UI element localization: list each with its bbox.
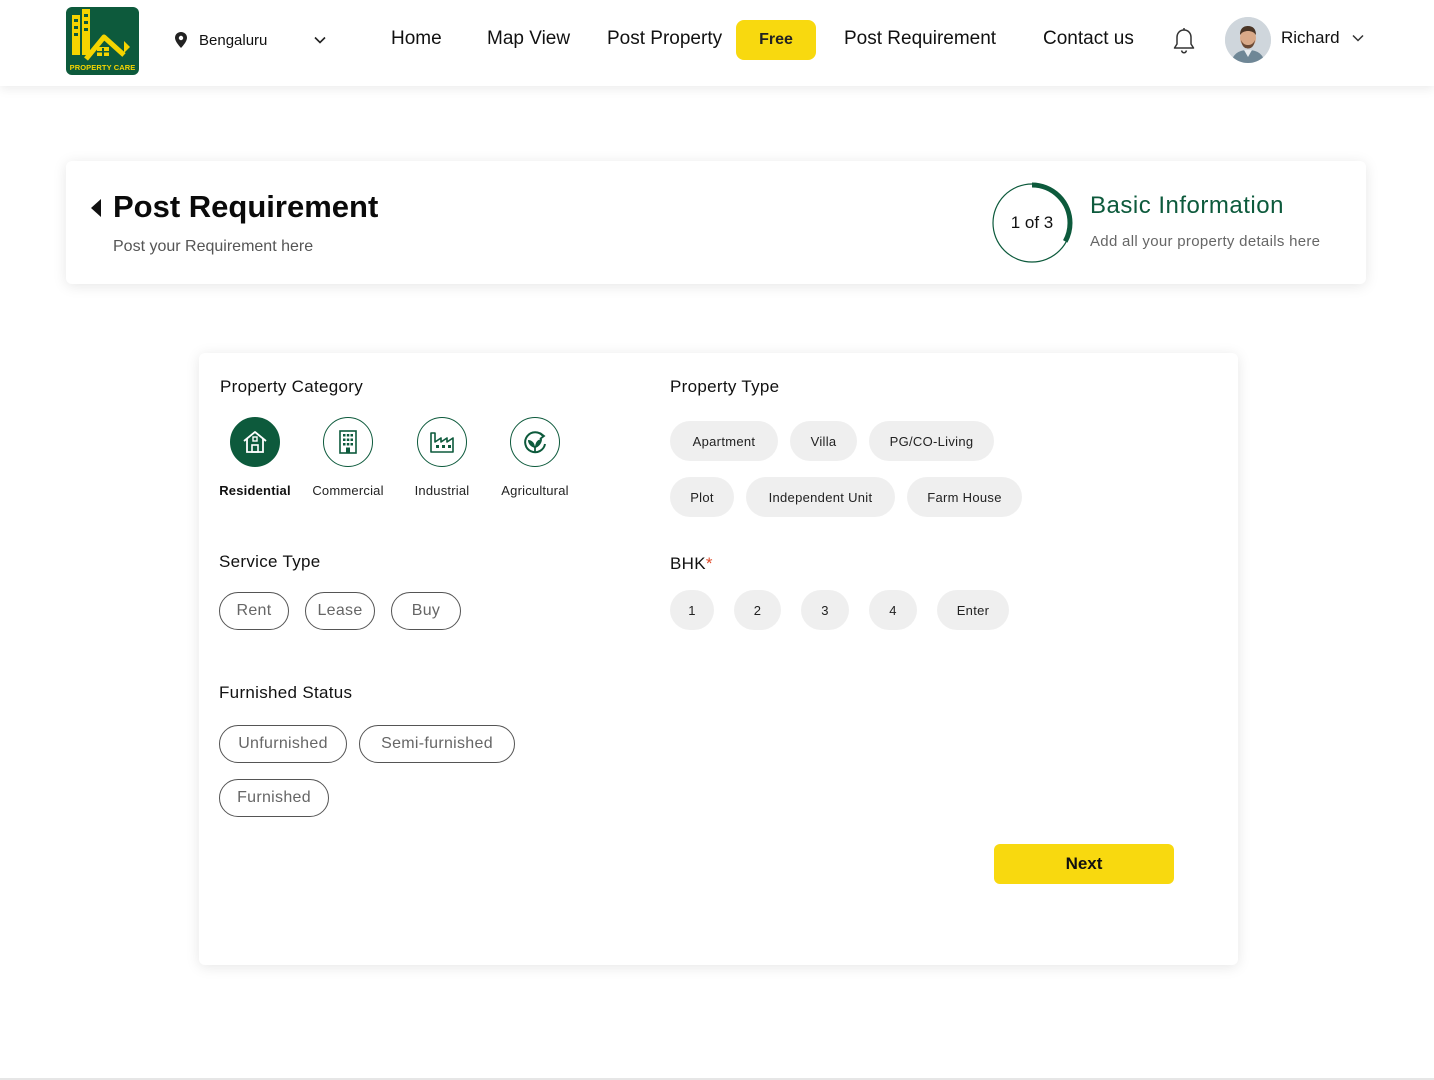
nav-map-view[interactable]: Map View	[487, 28, 570, 50]
category-commercial[interactable]: Commercial	[308, 417, 388, 498]
bhk-label: BHK*	[670, 554, 713, 574]
property-care-logo[interactable]: PROPERTY CARE	[66, 7, 139, 75]
property-type-villa[interactable]: Villa	[790, 421, 857, 461]
nav-home[interactable]: Home	[391, 28, 442, 50]
category-residential-circle	[230, 417, 280, 467]
location-city: Bengaluru	[199, 31, 268, 49]
nav-contact-us[interactable]: Contact us	[1043, 28, 1134, 50]
bhk-option-3[interactable]: 3	[801, 590, 849, 630]
residential-house-icon	[243, 431, 267, 453]
bhk-option-enter[interactable]: Enter	[937, 590, 1009, 630]
step-title: Basic Information	[1090, 192, 1284, 219]
property-type-apartment[interactable]: Apartment	[670, 421, 778, 461]
logo-text: PROPERTY CARE	[69, 63, 136, 72]
avatar-photo-icon	[1225, 17, 1271, 63]
user-name[interactable]: Richard	[1281, 28, 1340, 48]
category-agricultural-circle	[510, 417, 560, 467]
page-subtitle: Post your Requirement here	[113, 238, 314, 255]
service-type-rent[interactable]: Rent	[219, 592, 289, 630]
commercial-building-icon	[339, 430, 357, 454]
page-title: Post Requirement	[113, 189, 379, 224]
required-asterisk: *	[705, 554, 713, 573]
nav-post-requirement[interactable]: Post Requirement	[844, 28, 996, 50]
furnished-unfurnished[interactable]: Unfurnished	[219, 725, 347, 763]
property-type-pg-co-living[interactable]: PG/CO-Living	[869, 421, 994, 461]
category-industrial[interactable]: Industrial	[402, 417, 482, 498]
step-subtitle: Add all your property details here	[1090, 233, 1321, 250]
free-badge[interactable]: Free	[736, 20, 816, 60]
next-button[interactable]: Next	[994, 844, 1174, 884]
furnished-status-label: Furnished Status	[219, 683, 353, 702]
service-type-label: Service Type	[219, 552, 321, 571]
page-header-card: Post Requirement Post your Requirement h…	[66, 161, 1366, 284]
user-avatar[interactable]	[1225, 17, 1271, 63]
service-type-lease[interactable]: Lease	[305, 592, 375, 630]
furnished-semi-furnished[interactable]: Semi-furnished	[359, 725, 515, 763]
requirement-form: Property Category Residential Commercial	[199, 353, 1238, 965]
bhk-option-4[interactable]: 4	[869, 590, 917, 630]
agricultural-plant-icon	[524, 431, 546, 454]
service-type-buy[interactable]: Buy	[391, 592, 461, 630]
industrial-factory-icon	[430, 432, 454, 453]
top-navbar: PROPERTY CARE Bengaluru Home Map View Po…	[0, 0, 1434, 86]
property-type-plot[interactable]: Plot	[670, 477, 734, 517]
category-label: Agricultural	[501, 483, 569, 498]
notification-bell-icon[interactable]	[1171, 27, 1197, 55]
back-arrow-icon[interactable]	[90, 198, 102, 218]
property-category-label: Property Category	[220, 377, 364, 396]
category-label: Residential	[219, 483, 291, 498]
nav-post-property[interactable]: Post Property	[607, 28, 722, 50]
logo-building-icon	[72, 9, 130, 61]
property-type-independent-unit[interactable]: Independent Unit	[746, 477, 895, 517]
category-industrial-circle	[417, 417, 467, 467]
location-selector[interactable]: Bengaluru	[173, 28, 326, 52]
step-progress-text: 1 of 3	[1010, 213, 1054, 232]
category-label: Commercial	[312, 483, 384, 498]
location-pin-icon	[175, 32, 187, 48]
user-menu-chevron-icon[interactable]	[1351, 31, 1365, 45]
property-type-farm-house[interactable]: Farm House	[907, 477, 1022, 517]
chevron-down-icon[interactable]	[313, 33, 327, 47]
category-label: Industrial	[414, 483, 470, 498]
category-residential[interactable]: Residential	[215, 417, 295, 498]
bhk-option-2[interactable]: 2	[734, 590, 781, 630]
bhk-option-1[interactable]: 1	[670, 590, 714, 630]
bhk-label-text: BHK	[670, 554, 706, 573]
category-agricultural[interactable]: Agricultural	[495, 417, 575, 498]
category-commercial-circle	[323, 417, 373, 467]
property-type-label: Property Type	[670, 377, 780, 396]
furnished-furnished[interactable]: Furnished	[219, 779, 329, 817]
